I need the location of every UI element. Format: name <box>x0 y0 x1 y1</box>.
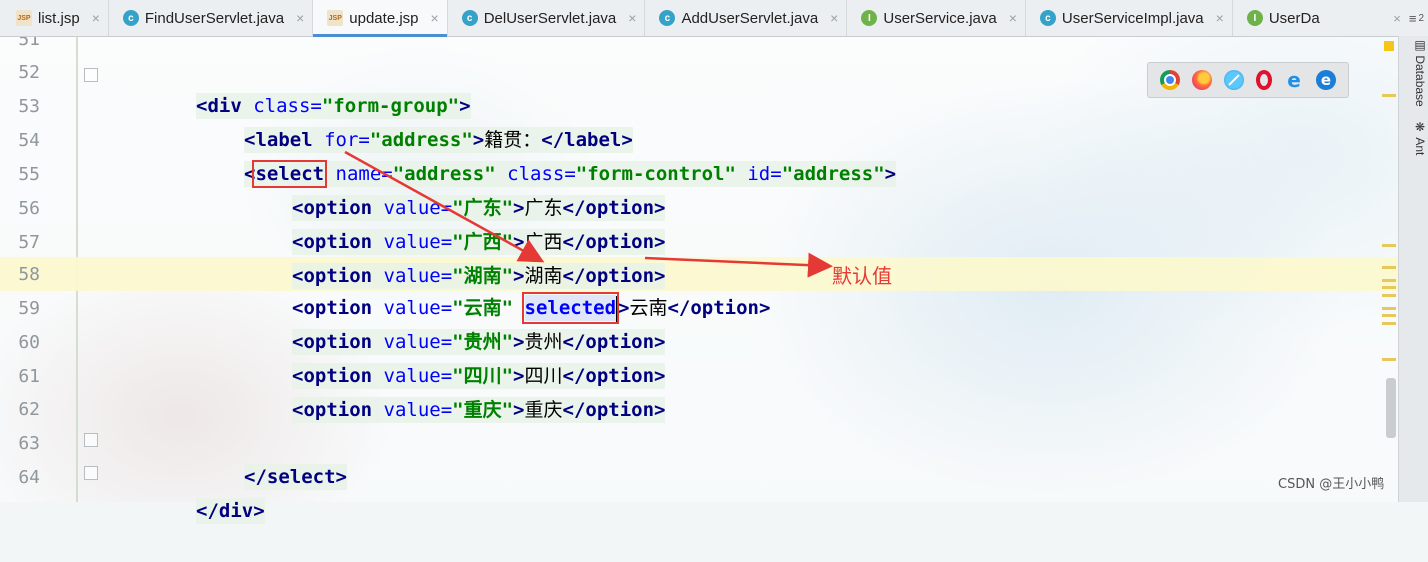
java-class-icon: c <box>1039 10 1056 26</box>
code-line-54: <select name="address" class="form-contr… <box>244 160 897 188</box>
marker[interactable] <box>1382 279 1396 282</box>
opera-icon[interactable] <box>1256 70 1272 90</box>
edge-icon[interactable]: e <box>1316 70 1336 90</box>
line-number: 53 <box>18 96 40 117</box>
tab-del-user-servlet[interactable]: c DelUserServlet.java × <box>448 0 646 36</box>
tab-user-service[interactable]: I UserService.java × <box>847 0 1026 36</box>
code-line-59: <option value="贵州">贵州</option> <box>292 329 666 355</box>
code-line-56: <option value="广西">广西</option> <box>292 229 666 255</box>
line-number-gutter[interactable]: 51 52 53 54 55 56 57 58 59 60 61 62 63 6… <box>0 29 98 502</box>
close-icon[interactable]: × <box>431 10 439 26</box>
code-line-63: </select> <box>244 464 347 490</box>
tab-label: update.jsp <box>349 9 419 27</box>
fold-marker-icon[interactable] <box>84 68 98 82</box>
close-icon[interactable]: × <box>628 10 636 26</box>
marker[interactable] <box>1382 294 1396 297</box>
line-number: 64 <box>18 467 40 488</box>
java-interface-icon: I <box>1246 10 1263 26</box>
close-icon[interactable]: × <box>1393 11 1401 26</box>
warning-marker-icon[interactable] <box>1384 41 1394 51</box>
tab-find-user-servlet[interactable]: c FindUserServlet.java × <box>109 0 314 36</box>
marker[interactable] <box>1382 307 1396 310</box>
line-number: 55 <box>18 164 40 185</box>
fold-marker-icon[interactable] <box>84 466 98 480</box>
editor-tab-bar: JSP list.jsp × c FindUserServlet.java × … <box>0 0 1428 37</box>
code-line-64: </div> <box>196 498 265 524</box>
jsp-file-icon: JSP <box>327 10 344 26</box>
line-number: 52 <box>18 62 40 83</box>
line-number: 57 <box>18 232 40 253</box>
marker[interactable] <box>1382 286 1396 289</box>
close-icon[interactable]: × <box>1009 10 1017 26</box>
overflow-icon: ≡ <box>1408 10 1417 26</box>
tab-user-dao[interactable]: I UserDa <box>1233 0 1328 36</box>
marker[interactable] <box>1382 94 1396 97</box>
line-number: 59 <box>18 298 40 319</box>
tab-overflow-button[interactable]: × ≡ 2 <box>1389 0 1424 36</box>
code-line-55: <option value="广东">广东</option> <box>292 195 666 221</box>
line-number: 58 <box>18 264 40 285</box>
tab-label: DelUserServlet.java <box>483 9 617 27</box>
error-stripe[interactable] <box>1380 36 1398 502</box>
marker[interactable] <box>1382 244 1396 247</box>
tab-label: UserService.java <box>883 9 997 27</box>
line-number: 63 <box>18 433 40 454</box>
annotation-label: 默认值 <box>832 264 892 288</box>
line-number: 56 <box>18 198 40 219</box>
firefox-icon[interactable] <box>1192 70 1212 90</box>
marker[interactable] <box>1382 314 1396 317</box>
safari-icon[interactable] <box>1224 70 1244 90</box>
tab-label: UserDa <box>1268 9 1320 27</box>
marker[interactable] <box>1382 322 1396 325</box>
close-icon[interactable]: × <box>296 10 304 26</box>
tab-list-jsp[interactable]: JSP list.jsp × <box>0 0 109 36</box>
overflow-count: 2 <box>1418 12 1424 24</box>
tab-label: list.jsp <box>38 9 80 27</box>
line-number: 54 <box>18 130 40 151</box>
line-number: 62 <box>18 399 40 420</box>
database-tool-button[interactable]: ▤ Database <box>1401 38 1427 107</box>
code-editor[interactable]: <div class="form-group"> <label for="add… <box>0 36 1398 524</box>
java-class-icon: c <box>122 10 139 26</box>
internet-explorer-icon[interactable]: e <box>1284 70 1304 90</box>
java-class-icon: c <box>659 10 676 26</box>
tab-label: FindUserServlet.java <box>144 9 285 27</box>
chrome-icon[interactable] <box>1160 70 1180 90</box>
tab-label: UserServiceImpl.java <box>1061 9 1204 27</box>
java-interface-icon: I <box>861 10 878 26</box>
fold-marker-icon[interactable] <box>84 433 98 447</box>
right-tool-window-bar: ▤ Database ❋ Ant <box>1398 36 1428 502</box>
close-icon[interactable]: × <box>1216 10 1224 26</box>
ant-icon: ❋ <box>1413 120 1427 134</box>
tab-add-user-servlet[interactable]: c AddUserServlet.java × <box>645 0 848 36</box>
tab-user-service-impl[interactable]: c UserServiceImpl.java × <box>1026 0 1233 36</box>
marker[interactable] <box>1382 266 1396 269</box>
line-number: 60 <box>18 332 40 353</box>
line-number: 61 <box>18 366 40 387</box>
watermark: CSDN @王小小鸭 <box>1278 477 1385 492</box>
browser-preview-bar: e e <box>1147 62 1349 98</box>
code-line-58: <option value="云南" selected >云南</option> <box>0 257 1398 324</box>
tab-update-jsp[interactable]: JSP update.jsp × <box>313 0 448 37</box>
ant-tool-button[interactable]: ❋ Ant <box>1401 120 1427 155</box>
close-icon[interactable]: × <box>830 10 838 26</box>
close-icon[interactable]: × <box>92 10 100 26</box>
tab-label: AddUserServlet.java <box>681 9 819 27</box>
code-line-57: <option value="湖南">湖南</option> <box>292 263 666 289</box>
jsp-file-icon: JSP <box>16 10 32 26</box>
database-icon: ▤ <box>1413 38 1427 52</box>
marker[interactable] <box>1382 358 1396 361</box>
java-class-icon: c <box>461 10 478 26</box>
code-line-61: <option value="重庆">重庆</option> <box>292 397 666 423</box>
code-line-60: <option value="四川">四川</option> <box>292 363 666 389</box>
